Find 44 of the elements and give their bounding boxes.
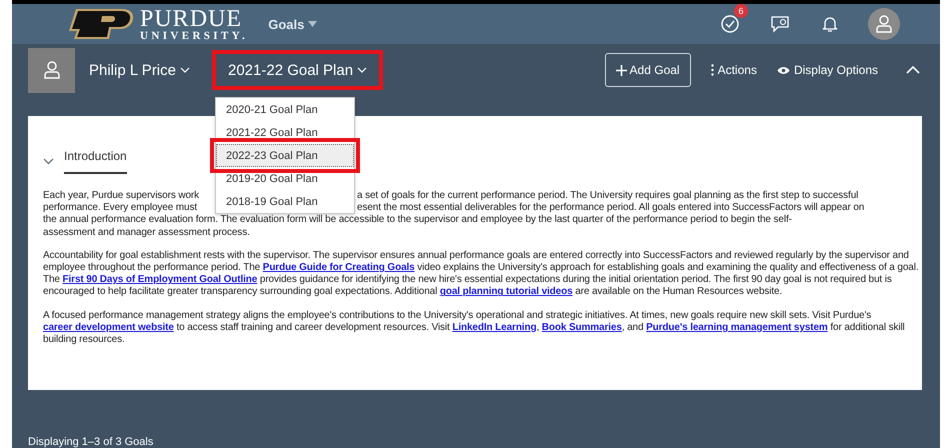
paragraph-text: Each year, Purdue supervisors work (43, 190, 200, 202)
display-options-button[interactable]: Display Options (776, 63, 878, 77)
bell-icon (822, 15, 838, 33)
text-link[interactable]: Purdue Guide for Creating Goals (262, 262, 415, 274)
logo-icon (68, 8, 134, 40)
text-link[interactable]: Purdue's learning management system (646, 322, 828, 333)
notification-badge: 6 (734, 4, 748, 18)
module-menu[interactable]: Goals (268, 16, 318, 32)
chevron-down-icon (43, 158, 54, 165)
menu-item[interactable]: 2018-19 Goal Plan (216, 190, 354, 213)
text-link[interactable]: First 90 Days of Employment Goal Outline (62, 274, 258, 286)
logo-name: PURDUE (140, 6, 244, 30)
text-link[interactable]: Book Summaries (542, 322, 622, 333)
results-count: Displaying 1–3 of 3 Goals (28, 436, 154, 448)
text-link[interactable]: goal planning tutorial videos (440, 286, 573, 298)
eye-icon (776, 66, 790, 74)
paragraph-text: a set of goals for the current performance period. The University requires goal planning as the first step to successful (357, 190, 858, 202)
caret-down-icon (357, 67, 368, 73)
chat-icon (770, 15, 790, 33)
menu-item[interactable]: 2020-21 Goal Plan (216, 98, 354, 121)
logo-subtitle: UNIVERSITY. (140, 30, 248, 42)
text-link[interactable]: career development website (43, 322, 174, 333)
chevron-up-icon (906, 66, 920, 74)
plan-dropdown[interactable]: 2021-22 Goal Plan (228, 62, 368, 78)
more-icon (710, 64, 714, 76)
paragraph: Accountability for goal establishment rests with the supervisor. The supervisor ensures annual performance goals are entered correctly into SuccessFactors and reviewed regularly by the supervisor and employee throughout the performance period. The Purdue Guide for Creating Goals video explains the University's approach for establishing goals and examining the quality and effectiveness of a goal. The First 90 Days of Employment Goal Outline provides guidance for identifying the new hire's essential expectations during the initial orientation period. The first 90 day goal is not required but is encouraged to help facilitate greater transparency surrounding goal expectations. Additional goal planning tutorial videos are available on the Human Resources website. (43, 250, 919, 299)
check-circle-icon (720, 14, 740, 34)
person-icon (876, 15, 892, 33)
section-toggle[interactable]: Introduction (43, 149, 127, 174)
paragraph-text: esent the most essential deliverables for the performance period. All goals entered into SuccessFactors will appear on (357, 202, 864, 214)
user-menu[interactable]: Philip L Price (89, 62, 190, 78)
paragraph: A focused performance management strategy aligns the employee's contributions to the University's operational and strategic initiatives. At times, new goals require new skill sets. Visit Purdue's career development website to access staff training and career development resources. Visit LinkedIn Learning, Book Summaries, and Purdue's learning management system for additional skill building resources. (43, 310, 906, 346)
plus-icon (616, 64, 627, 76)
caret-down-icon (180, 67, 190, 73)
paragraph-text: assessment and manager assessment process. (43, 226, 250, 239)
paragraph-text: performance. Every employee must (43, 202, 198, 214)
text-link[interactable]: LinkedIn Learning (452, 322, 536, 333)
caret-down-icon (308, 21, 318, 27)
person-icon (44, 61, 60, 79)
actions-button[interactable]: Actions (710, 63, 757, 77)
paragraph-text: the annual performance evaluation form. The evaluation form will be accessible to the supervisor and employee by the last quarter of the performance period to begin the self- (43, 214, 792, 227)
profile-avatar[interactable] (868, 8, 900, 40)
collapse-button[interactable] (906, 66, 920, 74)
add-goal-button[interactable]: Add Goal (604, 53, 691, 87)
